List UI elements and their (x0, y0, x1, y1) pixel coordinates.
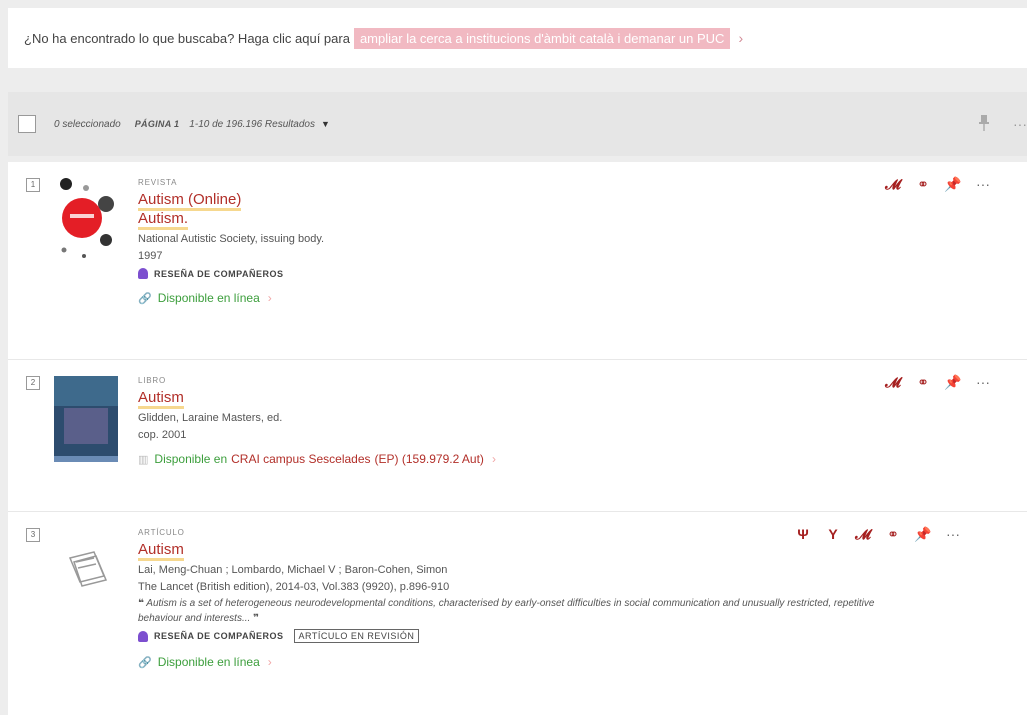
abstract-snippet: ❝ Autism is a set of heterogeneous neuro… (138, 598, 875, 624)
select-all-checkbox[interactable] (18, 115, 36, 133)
pin-icon[interactable] (978, 114, 990, 134)
peer-review-icon (138, 630, 148, 642)
more-options-icon[interactable]: ··· (1013, 116, 1027, 132)
link-icon[interactable]: ⚭ (908, 374, 938, 391)
result-title[interactable]: Autism (Online) (138, 190, 878, 211)
citation-icon[interactable]: 𝓜 (878, 176, 908, 193)
results-toolbar: 0 seleccionado PÁGINA 1 1-10 de 196.196 … (8, 92, 1027, 156)
book-cover-thumbnail[interactable] (54, 376, 118, 462)
peer-review-label: RESEÑA DE COMPAÑEROS ARTÍCULO EN REVISIÓ… (138, 629, 878, 643)
article-thumbnail[interactable] (54, 528, 118, 614)
result-actions: 𝓜 ⚭ 📌 ··· (878, 176, 998, 193)
page-indicator: PÁGINA 1 (134, 119, 180, 129)
pin-icon[interactable]: 📌 (908, 526, 938, 543)
availability-link[interactable]: ▥ Disponible en CRAI campus Sescelades (… (138, 452, 878, 466)
date-line: 1997 (138, 250, 163, 262)
more-options-icon[interactable]: ··· (968, 374, 998, 391)
resource-type: REVISTA (138, 178, 178, 187)
author-line: National Autistic Society, issuing body. (138, 233, 325, 245)
more-options-icon[interactable]: ··· (968, 176, 998, 193)
banner-text: ¿No ha encontrado lo que buscaba? Haga c… (24, 30, 350, 46)
result-details: ARTÍCULO Autism Lai, Meng-Chuan ; Lombar… (138, 528, 878, 669)
peer-review-icon (138, 268, 148, 279)
resource-type: ARTÍCULO (138, 528, 185, 537)
author-line: Glidden, Laraine Masters, ed. (138, 412, 283, 424)
result-title[interactable]: Autism (138, 388, 878, 409)
result-title[interactable]: Autism (138, 540, 878, 561)
link-icon: 🔗 (138, 656, 152, 669)
journal-cover-thumbnail[interactable] (54, 178, 118, 264)
quote-open-icon: ❝ (138, 598, 144, 609)
results-range: 1-10 de 196.196 Resultados (189, 118, 315, 130)
result-actions: 𝓜 ⚭ 📌 ··· (878, 374, 998, 391)
chevron-right-icon: › (738, 30, 744, 46)
expand-search-banner: ¿No ha encontrado lo que buscaba? Haga c… (8, 8, 1027, 68)
quote-close-icon: ❞ (253, 613, 259, 624)
peer-review-label: RESEÑA DE COMPAÑEROS (138, 268, 878, 279)
selected-count: 0 seleccionado (54, 118, 121, 130)
result-checkbox[interactable]: 3 (26, 528, 40, 542)
result-actions: Ψ Y 𝓜 ⚭ 📌 ··· (788, 526, 968, 543)
result-item: 1 REVISTA Autism (Online) Autism. Nation… (8, 162, 1027, 360)
link-icon[interactable]: ⚭ (878, 526, 908, 543)
citation-icon[interactable]: 𝓜 (848, 526, 878, 543)
citation-icon[interactable]: 𝓜 (878, 374, 908, 391)
chevron-right-icon: › (267, 291, 272, 305)
library-icon: ▥ (138, 453, 149, 466)
result-checkbox[interactable]: 2 (26, 376, 40, 390)
result-details: REVISTA Autism (Online) Autism. National… (138, 178, 878, 305)
author-line: Lai, Meng-Chuan ; Lombardo, Michael V ; … (138, 564, 448, 576)
resource-type: LIBRO (138, 376, 167, 385)
citing-icon[interactable]: Y (818, 526, 848, 543)
in-review-badge: ARTÍCULO EN REVISIÓN (293, 629, 420, 643)
result-subtitle: Autism. (138, 209, 878, 230)
source-line: The Lancet (British edition), 2014-03, V… (138, 581, 450, 593)
result-details: LIBRO Autism Glidden, Laraine Masters, e… (138, 376, 878, 466)
result-checkbox[interactable]: 1 (26, 178, 40, 192)
chevron-right-icon: › (491, 452, 496, 466)
link-icon: 🔗 (138, 292, 152, 305)
link-icon[interactable]: ⚭ (908, 176, 938, 193)
cited-by-icon[interactable]: Ψ (788, 526, 818, 543)
result-item: 2 LIBRO Autism Glidden, Laraine Masters,… (8, 360, 1027, 512)
pin-icon[interactable]: 📌 (938, 374, 968, 391)
availability-link[interactable]: 🔗 Disponible en línea › (138, 291, 878, 305)
result-item: 3 ARTÍCULO Autism Lai, Meng-Chuan ; Lomb… (8, 512, 1027, 715)
availability-link[interactable]: 🔗 Disponible en línea › (138, 655, 878, 669)
chevron-right-icon: › (267, 655, 272, 669)
results-list: 1 REVISTA Autism (Online) Autism. Nation… (8, 162, 1027, 715)
caret-down-icon[interactable]: ▼ (321, 119, 330, 129)
expand-search-link[interactable]: ampliar la cerca a institucions d'àmbit … (353, 27, 731, 49)
date-line: cop. 2001 (138, 429, 187, 441)
more-options-icon[interactable]: ··· (938, 526, 968, 543)
pin-icon[interactable]: 📌 (938, 176, 968, 193)
